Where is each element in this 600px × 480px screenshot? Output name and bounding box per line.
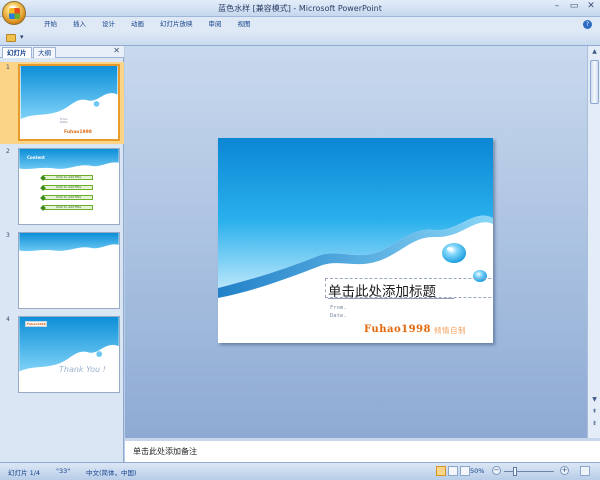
slide-preview: Content Click to add Title Click to add …: [18, 148, 120, 225]
scroll-thumb[interactable]: [590, 60, 599, 104]
notes-pane[interactable]: 单击此处添加备注: [125, 438, 600, 462]
tab-insert[interactable]: 插入: [65, 19, 94, 29]
title-bar: 蓝色水样 [兼容模式] - Microsoft PowerPoint – ▭ ✕: [0, 0, 600, 17]
pane-close-icon[interactable]: ✕: [113, 46, 120, 55]
slide-number: 4: [6, 316, 10, 323]
scroll-down-icon[interactable]: ▼: [590, 396, 599, 404]
slide-thumbnail-4[interactable]: 4 Fuhao1998 Thank You !: [0, 314, 124, 396]
slide-editor: 单击此处添加标题 From. Date. Fuhao1998 倾情自制: [125, 46, 587, 438]
notes-placeholder[interactable]: 单击此处添加备注: [133, 446, 197, 457]
qat-customize-button[interactable]: ▾: [20, 33, 24, 41]
maximize-button[interactable]: ▭: [567, 1, 581, 13]
quick-access-toolbar: ▾: [0, 31, 600, 46]
thumb-bullet: Click to add Title: [43, 185, 93, 190]
help-icon[interactable]: ?: [583, 20, 592, 29]
slide-number: 3: [6, 232, 10, 239]
next-slide-icon[interactable]: ⇟: [590, 420, 599, 428]
tab-design[interactable]: 设计: [94, 19, 123, 29]
slide-preview: [18, 232, 120, 309]
previous-slide-icon[interactable]: ⇞: [590, 408, 599, 416]
zoom-slider-track[interactable]: [504, 471, 554, 472]
vertical-scrollbar[interactable]: ▲ ▼ ⇞ ⇟: [587, 46, 600, 438]
slide-number: 1: [6, 64, 10, 71]
current-slide[interactable]: 单击此处添加标题 From. Date. Fuhao1998 倾情自制: [218, 138, 493, 343]
slide-preview: From. Date. Fuhao1998: [18, 64, 120, 141]
water-wave-graphic: [19, 233, 119, 252]
from-line: From.: [330, 305, 347, 311]
slide-title[interactable]: 单击此处添加标题: [328, 280, 436, 300]
slides-pane: 幻灯片 大纲 ✕ 1 From. Date. Fuhao1998 2 Conte…: [0, 46, 124, 462]
close-button[interactable]: ✕: [584, 1, 598, 13]
tab-slideshow[interactable]: 幻灯片放映: [152, 19, 201, 29]
tab-review[interactable]: 审阅: [201, 19, 230, 29]
date-line: Date.: [330, 313, 347, 319]
tab-outline[interactable]: 大纲: [33, 47, 56, 58]
tab-slides[interactable]: 幻灯片: [2, 47, 32, 58]
status-bar: 幻灯片 1/4 "33" 中文(简体，中国) 50% − +: [0, 462, 600, 480]
thumb-from-date: From. Date.: [60, 117, 69, 124]
zoom-slider-handle[interactable]: [513, 467, 517, 476]
open-folder-icon[interactable]: [6, 34, 16, 42]
tab-animation[interactable]: 动画: [123, 19, 152, 29]
slide-counter: 幻灯片 1/4: [8, 469, 41, 477]
zoom-level[interactable]: 50%: [470, 467, 484, 475]
slide-thumbnail-3[interactable]: 3: [0, 230, 124, 312]
minimize-button[interactable]: –: [550, 1, 564, 13]
slide-preview: Fuhao1998 Thank You !: [18, 316, 120, 393]
zoom-in-icon[interactable]: +: [560, 466, 569, 475]
water-wave-graphic: [218, 138, 493, 306]
zoom-out-icon[interactable]: −: [492, 466, 501, 475]
slide-number: 2: [6, 148, 10, 155]
ribbon-tabs: 开始 插入 设计 动画 幻灯片放映 审阅 视图: [36, 19, 259, 29]
thumb-bullet: Click to add Title: [43, 195, 93, 200]
water-wave-graphic: [20, 66, 118, 120]
theme-name: "33": [56, 467, 71, 475]
thumb-title: Content: [27, 155, 45, 160]
normal-view-icon[interactable]: [436, 466, 446, 476]
thumb-brand: Fuhao1998: [64, 130, 92, 135]
brand-logo: Fuhao1998: [364, 324, 431, 335]
window-controls: – ▭ ✕: [550, 1, 598, 13]
thumb-bullet: Click to add Title: [43, 205, 93, 210]
thumb-thank-you: Thank You !: [59, 365, 106, 374]
brand-subtitle: 倾情自制: [434, 326, 466, 335]
tab-home[interactable]: 开始: [36, 19, 65, 29]
thumb-brand-chip: Fuhao1998: [25, 321, 47, 327]
water-wave-graphic: [19, 317, 119, 372]
office-button[interactable]: [2, 1, 26, 25]
slideshow-view-icon[interactable]: [460, 466, 470, 476]
title-underline: [328, 298, 454, 299]
language-indicator[interactable]: 中文(简体，中国): [86, 467, 137, 477]
fit-to-window-icon[interactable]: [580, 466, 590, 476]
subtitle-lines[interactable]: From. Date.: [330, 304, 347, 320]
slide-sorter-view-icon[interactable]: [448, 466, 458, 476]
scroll-up-icon[interactable]: ▲: [590, 48, 599, 56]
slide-thumbnail-1[interactable]: 1 From. Date. Fuhao1998: [0, 62, 124, 144]
pane-tabs: 幻灯片 大纲 ✕: [0, 46, 124, 58]
slide-thumbnail-2[interactable]: 2 Content Click to add Title Click to ad…: [0, 146, 124, 228]
thumb-bullet: Click to add Title: [43, 175, 93, 180]
window-title: 蓝色水样 [兼容模式] - Microsoft PowerPoint: [218, 4, 382, 13]
office-logo-icon: [9, 8, 20, 19]
ribbon-tabbar: 开始 插入 设计 动画 幻灯片放映 审阅 视图 ?: [0, 17, 600, 31]
tab-view[interactable]: 视图: [230, 19, 259, 29]
